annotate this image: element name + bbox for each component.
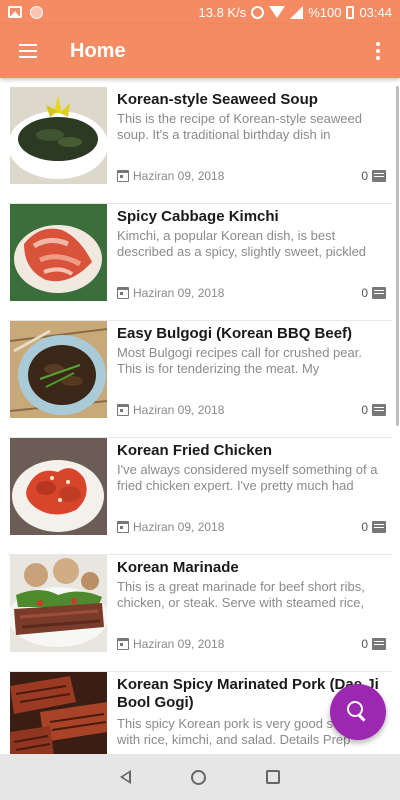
comment-count-text: 0 <box>361 286 368 300</box>
calendar-icon <box>117 287 129 299</box>
recipe-card[interactable]: Korean Fried Chicken I've always conside… <box>8 438 392 555</box>
battery-icon <box>346 5 355 19</box>
home-icon[interactable] <box>191 769 206 785</box>
comment-count[interactable]: 0 <box>361 520 386 534</box>
recipe-date: Haziran 09, 2018 <box>117 403 224 417</box>
recipe-card[interactable]: Korean-style Seaweed Soup This is the re… <box>8 87 392 204</box>
recipe-date-text: Haziran 09, 2018 <box>133 637 225 651</box>
comment-icon <box>372 638 386 650</box>
recipe-thumbnail <box>10 555 107 652</box>
recipe-thumbnail <box>10 87 107 184</box>
battery-percent: %100 <box>308 4 342 20</box>
recipe-title: Korean Marinade <box>117 559 239 576</box>
comment-count[interactable]: 0 <box>361 286 386 300</box>
hamburger-menu-icon[interactable] <box>0 24 56 78</box>
recipe-description: This is the recipe of Korean-style seawe… <box>117 111 362 142</box>
recipe-thumbnail <box>10 438 107 535</box>
calendar-icon <box>117 521 129 533</box>
comment-count-text: 0 <box>361 637 368 651</box>
recipe-date: Haziran 09, 2018 <box>117 286 224 300</box>
recipe-thumbnail <box>10 321 107 418</box>
comment-count[interactable]: 0 <box>361 403 386 417</box>
app-bar: Home <box>0 24 400 78</box>
recipe-card[interactable]: Easy Bulgogi (Korean BBQ Beef) Most Bulg… <box>8 321 392 438</box>
gallery-notification-icon <box>8 6 22 18</box>
comment-count[interactable]: 0 <box>361 169 386 183</box>
search-fab-button[interactable] <box>330 684 386 740</box>
alarm-icon <box>251 5 265 19</box>
comment-count-text: 0 <box>361 169 368 183</box>
recipe-date-text: Haziran 09, 2018 <box>133 403 225 417</box>
status-bar: 13.8 K/s %100 03:44 <box>0 0 400 24</box>
calendar-icon <box>117 170 129 182</box>
recipe-thumbnail <box>10 204 107 301</box>
comment-icon <box>372 404 386 416</box>
system-navigation-bar <box>0 754 400 800</box>
recipe-thumbnail <box>10 672 107 754</box>
recipe-description: This is a great marinade for beef short … <box>117 579 365 610</box>
recents-icon[interactable] <box>266 770 280 784</box>
recipe-description: I've always considered myself something … <box>117 462 378 493</box>
wifi-icon <box>269 6 286 18</box>
recipe-description: Most Bulgogi recipes call for crushed pe… <box>117 345 362 376</box>
screen: 13.8 K/s %100 03:44 Home Korean-style Se… <box>0 0 400 800</box>
calendar-icon <box>117 404 129 416</box>
recipe-date: Haziran 09, 2018 <box>117 169 224 183</box>
comment-count-text: 0 <box>361 520 368 534</box>
clock: 03:44 <box>359 4 392 20</box>
recipe-card[interactable]: Korean Marinade This is a great marinade… <box>8 555 392 672</box>
recipe-date: Haziran 09, 2018 <box>117 520 224 534</box>
back-icon[interactable] <box>120 770 131 784</box>
recipe-date: Haziran 09, 2018 <box>117 637 224 651</box>
signal-icon <box>290 5 304 19</box>
recipe-date-text: Haziran 09, 2018 <box>133 169 225 183</box>
recipe-title: Korean Fried Chicken <box>117 442 273 459</box>
status-left <box>8 5 43 19</box>
recipe-title: Korean-style Seaweed Soup <box>117 91 318 108</box>
calendar-icon <box>117 638 129 650</box>
comment-icon <box>372 170 386 182</box>
page-title: Home <box>70 39 126 62</box>
recipe-list[interactable]: Korean-style Seaweed Soup This is the re… <box>0 78 400 754</box>
app-notification-icon <box>30 5 43 19</box>
network-speed: 13.8 K/s <box>198 4 247 20</box>
recipe-date-text: Haziran 09, 2018 <box>133 520 225 534</box>
more-vert-icon[interactable] <box>356 24 400 78</box>
recipe-card[interactable]: Spicy Cabbage Kimchi Kimchi, a popular K… <box>8 204 392 321</box>
recipe-title: Spicy Cabbage Kimchi <box>117 208 279 225</box>
comment-icon <box>372 521 386 533</box>
recipe-title: Easy Bulgogi (Korean BBQ Beef) <box>117 325 353 342</box>
search-icon <box>347 701 369 723</box>
recipe-date-text: Haziran 09, 2018 <box>133 286 225 300</box>
recipe-description: Kimchi, a popular Korean dish, is best d… <box>117 228 367 259</box>
scrollbar[interactable] <box>396 86 399 426</box>
comment-icon <box>372 287 386 299</box>
comment-count[interactable]: 0 <box>361 637 386 651</box>
comment-count-text: 0 <box>361 403 368 417</box>
status-right: 13.8 K/s %100 03:44 <box>199 5 393 20</box>
